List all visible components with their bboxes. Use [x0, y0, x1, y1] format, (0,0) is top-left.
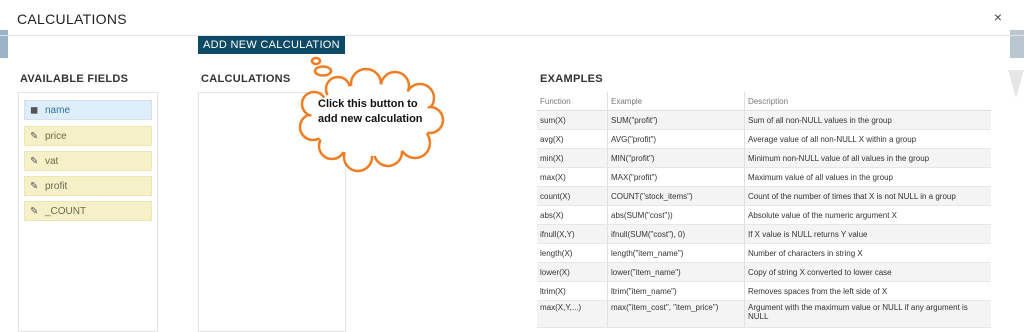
callout-dot-medium	[313, 65, 333, 77]
callout-cloud	[298, 56, 445, 173]
callout-text: Click this button to add new calculation	[318, 98, 423, 125]
callout-dot-small	[310, 56, 322, 66]
